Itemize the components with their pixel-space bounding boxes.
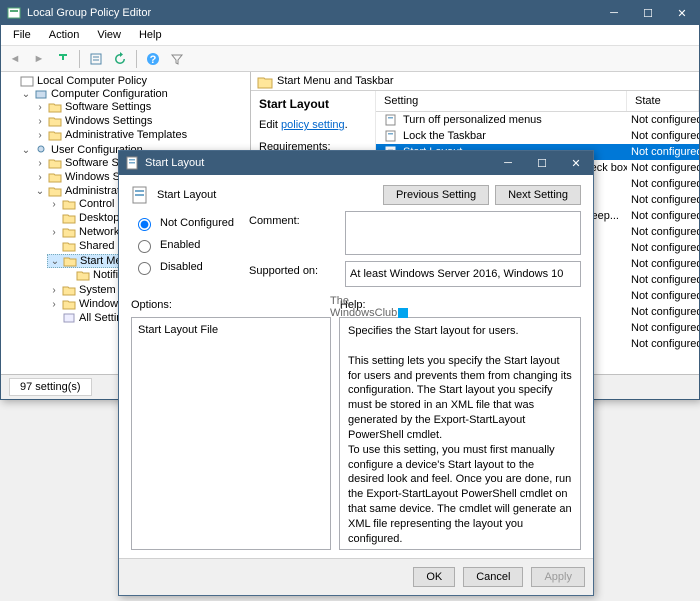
dialog-maximize[interactable]: ☐ — [525, 151, 559, 175]
col-state[interactable]: State — [627, 91, 699, 111]
menu-view[interactable]: View — [89, 27, 129, 43]
back-button: ◄ — [5, 49, 25, 69]
filter-button[interactable] — [167, 49, 187, 69]
tree-item[interactable]: ›Software Settings — [33, 101, 250, 113]
comment-input[interactable] — [345, 211, 581, 255]
up-button[interactable] — [53, 49, 73, 69]
gpedit-title: Local Group Policy Editor — [27, 7, 597, 19]
radio-not-configured[interactable]: Not Configured — [133, 215, 239, 231]
supported-label: Supported on: — [249, 261, 337, 287]
option-start-layout-file: Start Layout File — [138, 324, 324, 336]
svg-text:?: ? — [150, 54, 157, 66]
policy-setting-link[interactable]: policy setting — [281, 119, 345, 131]
setting-row[interactable]: Turn off personalized menusNot configure… — [376, 112, 699, 128]
maximize-button[interactable]: ☐ — [631, 1, 665, 25]
comment-label: Comment: — [249, 211, 337, 255]
refresh-button[interactable] — [110, 49, 130, 69]
tree-cc[interactable]: ⌄Computer Configuration — [19, 88, 250, 100]
dialog-close[interactable]: ✕ — [559, 151, 593, 175]
menu-file[interactable]: File — [5, 27, 39, 43]
status-count: 97 setting(s) — [9, 378, 92, 396]
menubar: File Action View Help — [1, 25, 699, 46]
menu-help[interactable]: Help — [131, 27, 170, 43]
start-layout-dialog: Start Layout ─ ☐ ✕ Start Layout Previous… — [118, 150, 594, 596]
minimize-button[interactable]: ─ — [597, 1, 631, 25]
dialog-title: Start Layout — [145, 157, 491, 169]
close-button[interactable]: ✕ — [665, 1, 699, 25]
radio-disabled[interactable]: Disabled — [133, 259, 239, 275]
folder-icon — [257, 75, 271, 87]
policy-icon — [131, 186, 149, 204]
col-setting[interactable]: Setting — [376, 91, 627, 111]
help-label: Help: — [340, 299, 581, 311]
gpedit-icon — [7, 6, 21, 20]
policy-icon — [125, 156, 139, 170]
path-text: Start Menu and Taskbar — [277, 75, 394, 87]
options-label: Options: — [131, 299, 332, 311]
gpedit-titlebar[interactable]: Local Group Policy Editor ─ ☐ ✕ — [1, 1, 699, 25]
previous-setting-button[interactable]: Previous Setting — [383, 185, 489, 205]
dialog-heading: Start Layout — [157, 189, 216, 201]
path-bar: Start Menu and Taskbar — [251, 72, 699, 91]
setting-row[interactable]: Lock the TaskbarNot configured — [376, 128, 699, 144]
forward-button: ► — [29, 49, 49, 69]
properties-button[interactable] — [86, 49, 106, 69]
dialog-titlebar[interactable]: Start Layout ─ ☐ ✕ — [119, 151, 593, 175]
dialog-minimize[interactable]: ─ — [491, 151, 525, 175]
summary-title: Start Layout — [259, 97, 367, 111]
supported-text: At least Windows Server 2016, Windows 10 — [345, 261, 581, 287]
menu-action[interactable]: Action — [41, 27, 88, 43]
options-panel: Start Layout File — [131, 317, 331, 550]
ok-button[interactable]: OK — [413, 567, 455, 587]
apply-button: Apply — [531, 567, 585, 587]
radio-enabled[interactable]: Enabled — [133, 237, 239, 253]
tree-item[interactable]: ›Windows Settings — [33, 115, 250, 127]
toolbar: ◄ ► ? — [1, 46, 699, 72]
cancel-button[interactable]: Cancel — [463, 567, 523, 587]
help-panel[interactable]: Specifies the Start layout for users.Thi… — [339, 317, 581, 550]
tree-item[interactable]: ›Administrative Templates — [33, 129, 250, 141]
next-setting-button[interactable]: Next Setting — [495, 185, 581, 205]
help-button[interactable]: ? — [143, 49, 163, 69]
tree-root[interactable]: Local Computer Policy — [5, 75, 250, 87]
